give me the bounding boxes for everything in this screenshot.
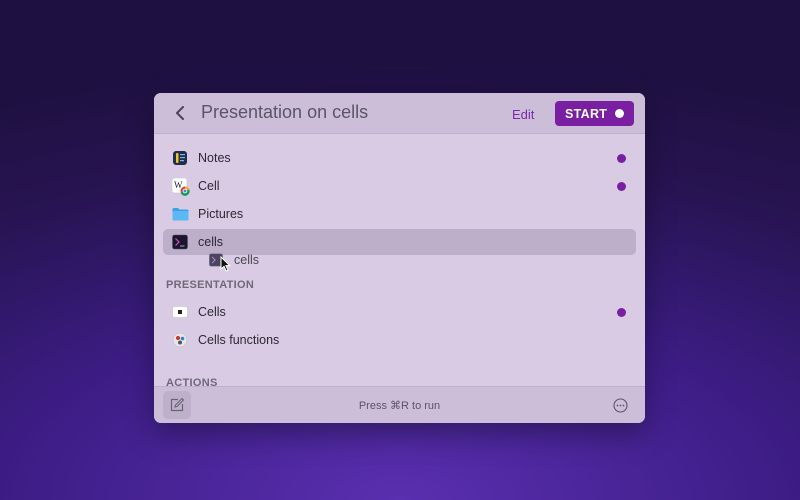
list-item-label: Notes bbox=[198, 151, 231, 165]
slide-icon bbox=[172, 304, 188, 320]
list-item-cells-slides[interactable]: Cells bbox=[163, 299, 636, 325]
list-item-notes[interactable]: Notes bbox=[163, 145, 636, 171]
drag-ghost: cells bbox=[209, 252, 259, 268]
notes-icon bbox=[172, 150, 188, 166]
list-item-pictures[interactable]: Pictures bbox=[163, 201, 636, 227]
list-item-label: Cells bbox=[198, 305, 226, 319]
window-footer: Press ⌘R to run bbox=[154, 386, 645, 423]
terminal-icon bbox=[172, 234, 188, 250]
back-chevron-icon[interactable] bbox=[172, 105, 188, 121]
workflow-window: Presentation on cells Edit START Notes W bbox=[154, 93, 645, 423]
list-item-cell[interactable]: W Cell bbox=[163, 173, 636, 199]
page-title: Presentation on cells bbox=[201, 102, 369, 122]
list-item-label: Cell bbox=[198, 179, 220, 193]
status-dot-icon bbox=[617, 308, 626, 317]
list-item-label: Pictures bbox=[198, 207, 244, 221]
start-button[interactable]: START bbox=[555, 101, 634, 126]
window-header: Presentation on cells Edit START bbox=[154, 93, 645, 134]
more-options-icon[interactable] bbox=[613, 398, 628, 413]
start-button-label: START bbox=[565, 106, 608, 121]
record-dot-icon bbox=[615, 109, 624, 118]
drag-ghost-label: cells bbox=[234, 253, 260, 267]
list-item-label: Cells functions bbox=[198, 333, 280, 347]
list-item-cells-functions[interactable]: Cells functions bbox=[163, 327, 636, 353]
folder-icon bbox=[172, 206, 189, 222]
list-item-label: cells bbox=[198, 235, 224, 249]
status-dot-icon bbox=[617, 182, 626, 191]
function-icon bbox=[172, 332, 188, 348]
status-dot-icon bbox=[617, 154, 626, 163]
run-hint: Press ⌘R to run bbox=[358, 400, 441, 412]
section-title-presentation: PRESENTATION bbox=[166, 279, 255, 291]
mouse-pointer-icon bbox=[220, 255, 232, 277]
edit-button[interactable]: Edit bbox=[512, 107, 534, 122]
wikipedia-chrome-icon: W bbox=[171, 177, 190, 196]
